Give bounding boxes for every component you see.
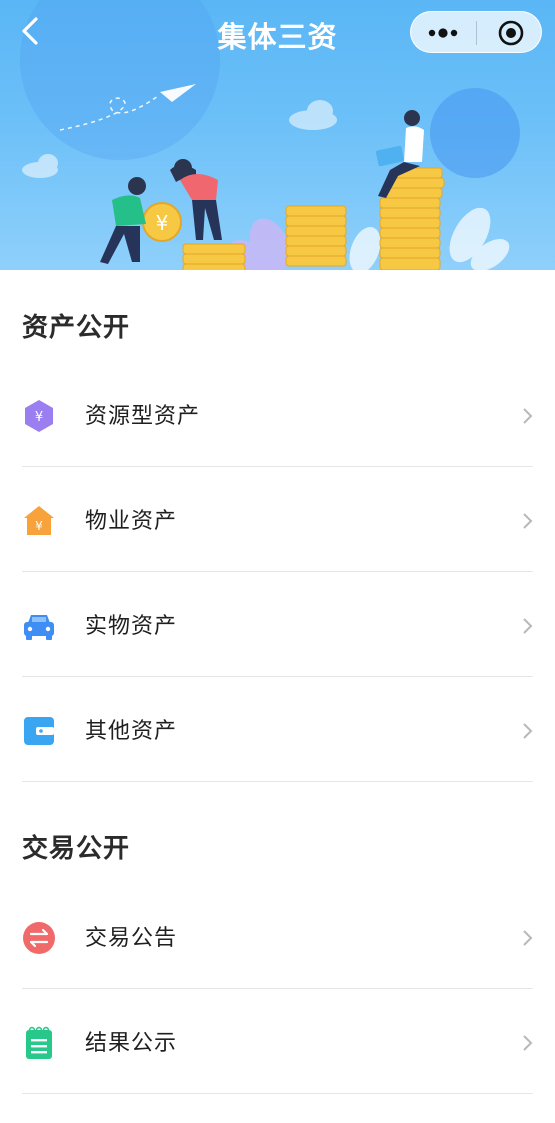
more-dots-icon [428, 28, 458, 38]
list-item-label: 交易公告 [85, 926, 178, 951]
target-circle-icon [498, 20, 524, 46]
purple-hexagon-yuan-icon: ¥ [25, 400, 53, 432]
list-item-resource-assets[interactable]: ¥ 资源型资产 [0, 363, 555, 467]
list-item-trade-announcement[interactable]: 交易公告 [0, 885, 555, 989]
list-item-label: 资源型资产 [85, 404, 201, 429]
green-notepad-icon [26, 1026, 52, 1059]
svg-text:¥: ¥ [35, 410, 43, 425]
divider [22, 781, 533, 782]
list-item-other-assets[interactable]: 其他资产 [0, 678, 555, 782]
more-button[interactable] [411, 12, 476, 54]
chevron-right-icon [523, 1035, 533, 1051]
svg-text:¥: ¥ [156, 211, 169, 235]
back-button[interactable] [14, 14, 48, 48]
list-item-label: 结果公示 [85, 1031, 178, 1056]
close-button[interactable] [477, 12, 543, 54]
list-item-property-assets[interactable]: ¥ 物业资产 [0, 468, 555, 572]
divider [22, 571, 533, 572]
divider [22, 676, 533, 677]
section-title-asset-disclosure: 资产公开 [22, 313, 131, 343]
blue-wallet-icon [24, 717, 54, 745]
divider [22, 466, 533, 467]
list-item-label: 其他资产 [85, 719, 178, 744]
orange-house-yuan-icon: ¥ [24, 506, 54, 535]
section-title-trade-disclosure: 交易公开 [22, 834, 131, 864]
chevron-right-icon [523, 723, 533, 739]
list-item-result-publicity[interactable]: 结果公示 [0, 990, 555, 1094]
divider [22, 988, 533, 989]
navigation-bar: 集体三资 [0, 0, 555, 64]
list-item-physical-assets[interactable]: 实物资产 [0, 573, 555, 677]
chevron-right-icon [523, 618, 533, 634]
blue-car-icon [24, 615, 54, 640]
chevron-right-icon [523, 408, 533, 424]
mini-program-capsule [410, 11, 542, 53]
red-exchange-icon [23, 922, 55, 954]
svg-text:¥: ¥ [35, 519, 43, 533]
list-item-label: 物业资产 [85, 509, 178, 534]
list-item-label: 实物资产 [85, 614, 178, 639]
chevron-left-icon [22, 17, 38, 45]
divider [22, 1093, 533, 1094]
chevron-right-icon [523, 930, 533, 946]
chevron-right-icon [523, 513, 533, 529]
